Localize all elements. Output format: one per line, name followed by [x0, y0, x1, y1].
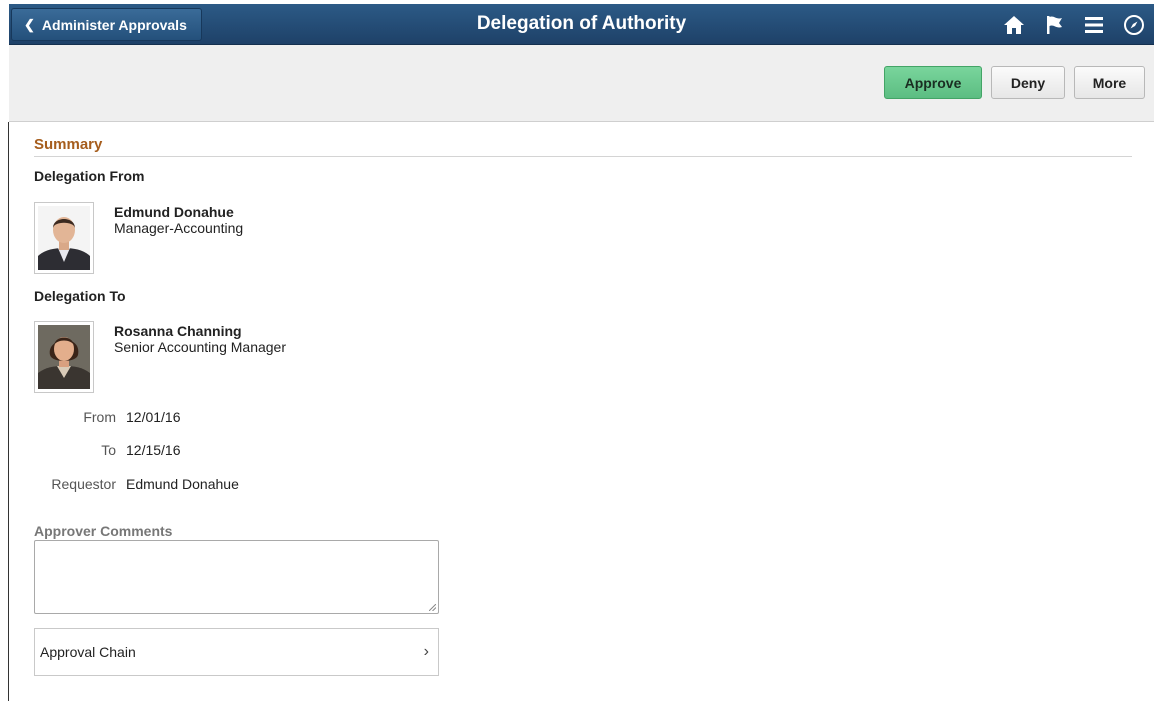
resize-grip-icon[interactable] [429, 604, 436, 611]
navbar-button[interactable] [1114, 4, 1154, 45]
more-button[interactable]: More [1074, 66, 1145, 99]
requestor-row: Requestor Edmund Donahue [34, 476, 434, 494]
to-date-label: To [101, 442, 116, 458]
to-date-row: To 12/15/16 [34, 442, 434, 460]
from-date-label: From [83, 409, 116, 425]
from-date-value: 12/01/16 [126, 409, 181, 425]
to-date-value: 12/15/16 [126, 442, 181, 458]
approval-chain-link[interactable]: Approval Chain › [34, 628, 439, 676]
to-person-title: Senior Accounting Manager [114, 339, 286, 355]
back-button-label: Administer Approvals [41, 16, 187, 33]
delegation-to-label: Delegation To [34, 288, 126, 304]
requestor-label: Requestor [51, 476, 116, 492]
back-button[interactable]: ❮ Administer Approvals [11, 8, 202, 41]
to-person-name: Rosanna Channing [114, 323, 242, 339]
deny-button[interactable]: Deny [991, 66, 1065, 99]
summary-heading: Summary [34, 136, 1132, 157]
person-photo-icon [38, 325, 90, 389]
home-button[interactable] [994, 4, 1034, 45]
approver-comments-label: Approver Comments [34, 523, 173, 539]
navbar-compass-icon [1124, 14, 1144, 35]
from-person-title: Manager-Accounting [114, 220, 244, 236]
action-buttons: Approve Deny More [884, 66, 1145, 99]
avatar [34, 321, 94, 393]
approve-button[interactable]: Approve [884, 66, 982, 99]
action-bar: Approve Deny More [9, 45, 1154, 122]
approval-chain-label: Approval Chain [40, 644, 136, 660]
delegation-from-label: Delegation From [34, 168, 145, 184]
page-header: ❮ Administer Approvals Delegation of Aut… [9, 4, 1154, 45]
person-photo-icon [38, 206, 90, 270]
delegation-from-person: Edmund Donahue Manager-Accounting [34, 202, 434, 274]
flag-icon [1047, 15, 1062, 34]
avatar [34, 202, 94, 274]
home-icon [1004, 15, 1024, 34]
menu-icon [1085, 16, 1103, 33]
navbar-icons [994, 4, 1154, 45]
requestor-value: Edmund Donahue [126, 476, 239, 492]
approver-comments-field[interactable] [34, 540, 439, 614]
chevron-left-icon: ❮ [24, 17, 35, 32]
left-border [8, 122, 9, 701]
from-date-row: From 12/01/16 [34, 409, 434, 427]
from-person-name: Edmund Donahue [114, 204, 234, 220]
delegation-to-person: Rosanna Channing Senior Accounting Manag… [34, 321, 434, 393]
chevron-right-icon: › [423, 643, 429, 660]
flag-button[interactable] [1034, 4, 1074, 45]
menu-button[interactable] [1074, 4, 1114, 45]
